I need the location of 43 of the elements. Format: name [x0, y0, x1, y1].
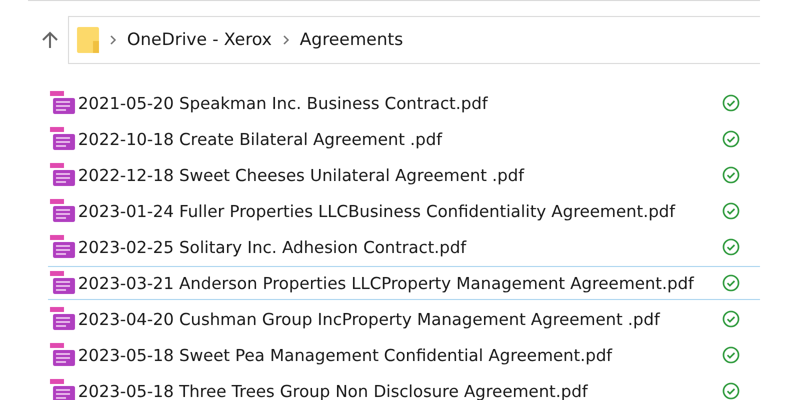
pdf-file-icon	[48, 162, 78, 188]
file-row[interactable]: 2023-04-20 Cushman Group IncProperty Management Agreement .pdf	[48, 302, 760, 336]
file-name: 2023-04-20 Cushman Group IncProperty Management Agreement .pdf	[78, 310, 662, 328]
file-name: 2021-05-20 Speakman Inc. Business Contract.pdf	[78, 94, 489, 112]
chevron-icon	[109, 35, 117, 45]
address-bar[interactable]: OneDrive - Xerox Agreements	[68, 16, 760, 64]
sync-status-check-icon	[722, 382, 740, 400]
breadcrumb-item[interactable]: Agreements	[300, 30, 404, 50]
up-arrow-icon[interactable]	[40, 30, 60, 50]
sync-status-check-icon	[722, 238, 740, 256]
file-name: 2022-10-18 Create Bilateral Agreement .pdf	[78, 130, 444, 148]
file-row[interactable]: 2023-03-21 Anderson Properties LLCProperty Management Agreement.pdf	[48, 266, 760, 300]
file-row[interactable]: 2023-01-24 Fuller Properties LLCBusiness Confidentiality Agreement.pdf	[48, 194, 760, 228]
file-name: 2023-03-21 Anderson Properties LLCProperty Management Agreement.pdf	[78, 274, 696, 292]
pdf-file-icon	[48, 270, 78, 296]
sync-status-check-icon	[722, 346, 740, 364]
sync-status-check-icon	[722, 130, 740, 148]
pdf-file-icon	[48, 234, 78, 260]
file-name: 2022-12-18 Sweet Cheeses Unilateral Agreement .pdf	[78, 166, 526, 184]
file-name: 2023-02-25 Solitary Inc. Adhesion Contract.pdf	[78, 238, 468, 256]
breadcrumb-item[interactable]: OneDrive - Xerox	[127, 30, 272, 50]
pdf-file-icon	[48, 198, 78, 224]
pdf-file-icon	[48, 378, 78, 400]
file-row[interactable]: 2023-05-18 Sweet Pea Management Confidential Agreement.pdf	[48, 338, 760, 372]
pdf-file-icon	[48, 126, 78, 152]
file-row[interactable]: 2023-05-18 Three Trees Group Non Disclosure Agreement.pdf	[48, 374, 760, 400]
sync-status-check-icon	[722, 166, 740, 184]
folder-icon	[77, 27, 99, 53]
file-name: 2023-05-18 Sweet Pea Management Confidential Agreement.pdf	[78, 346, 614, 364]
pdf-file-icon	[48, 342, 78, 368]
file-row[interactable]: 2021-05-20 Speakman Inc. Business Contract.pdf	[48, 86, 760, 120]
file-row[interactable]: 2022-10-18 Create Bilateral Agreement .pdf	[48, 122, 760, 156]
sync-status-check-icon	[722, 310, 740, 328]
file-row[interactable]: 2023-02-25 Solitary Inc. Adhesion Contract.pdf	[48, 230, 760, 264]
file-name: 2023-01-24 Fuller Properties LLCBusiness Confidentiality Agreement.pdf	[78, 202, 676, 220]
pdf-file-icon	[48, 306, 78, 332]
chevron-icon	[282, 35, 290, 45]
sync-status-check-icon	[722, 202, 740, 220]
sync-status-check-icon	[722, 274, 740, 292]
file-row[interactable]: 2022-12-18 Sweet Cheeses Unilateral Agreement .pdf	[48, 158, 760, 192]
sync-status-check-icon	[722, 94, 740, 112]
file-name: 2023-05-18 Three Trees Group Non Disclosure Agreement.pdf	[78, 382, 589, 400]
pdf-file-icon	[48, 90, 78, 116]
